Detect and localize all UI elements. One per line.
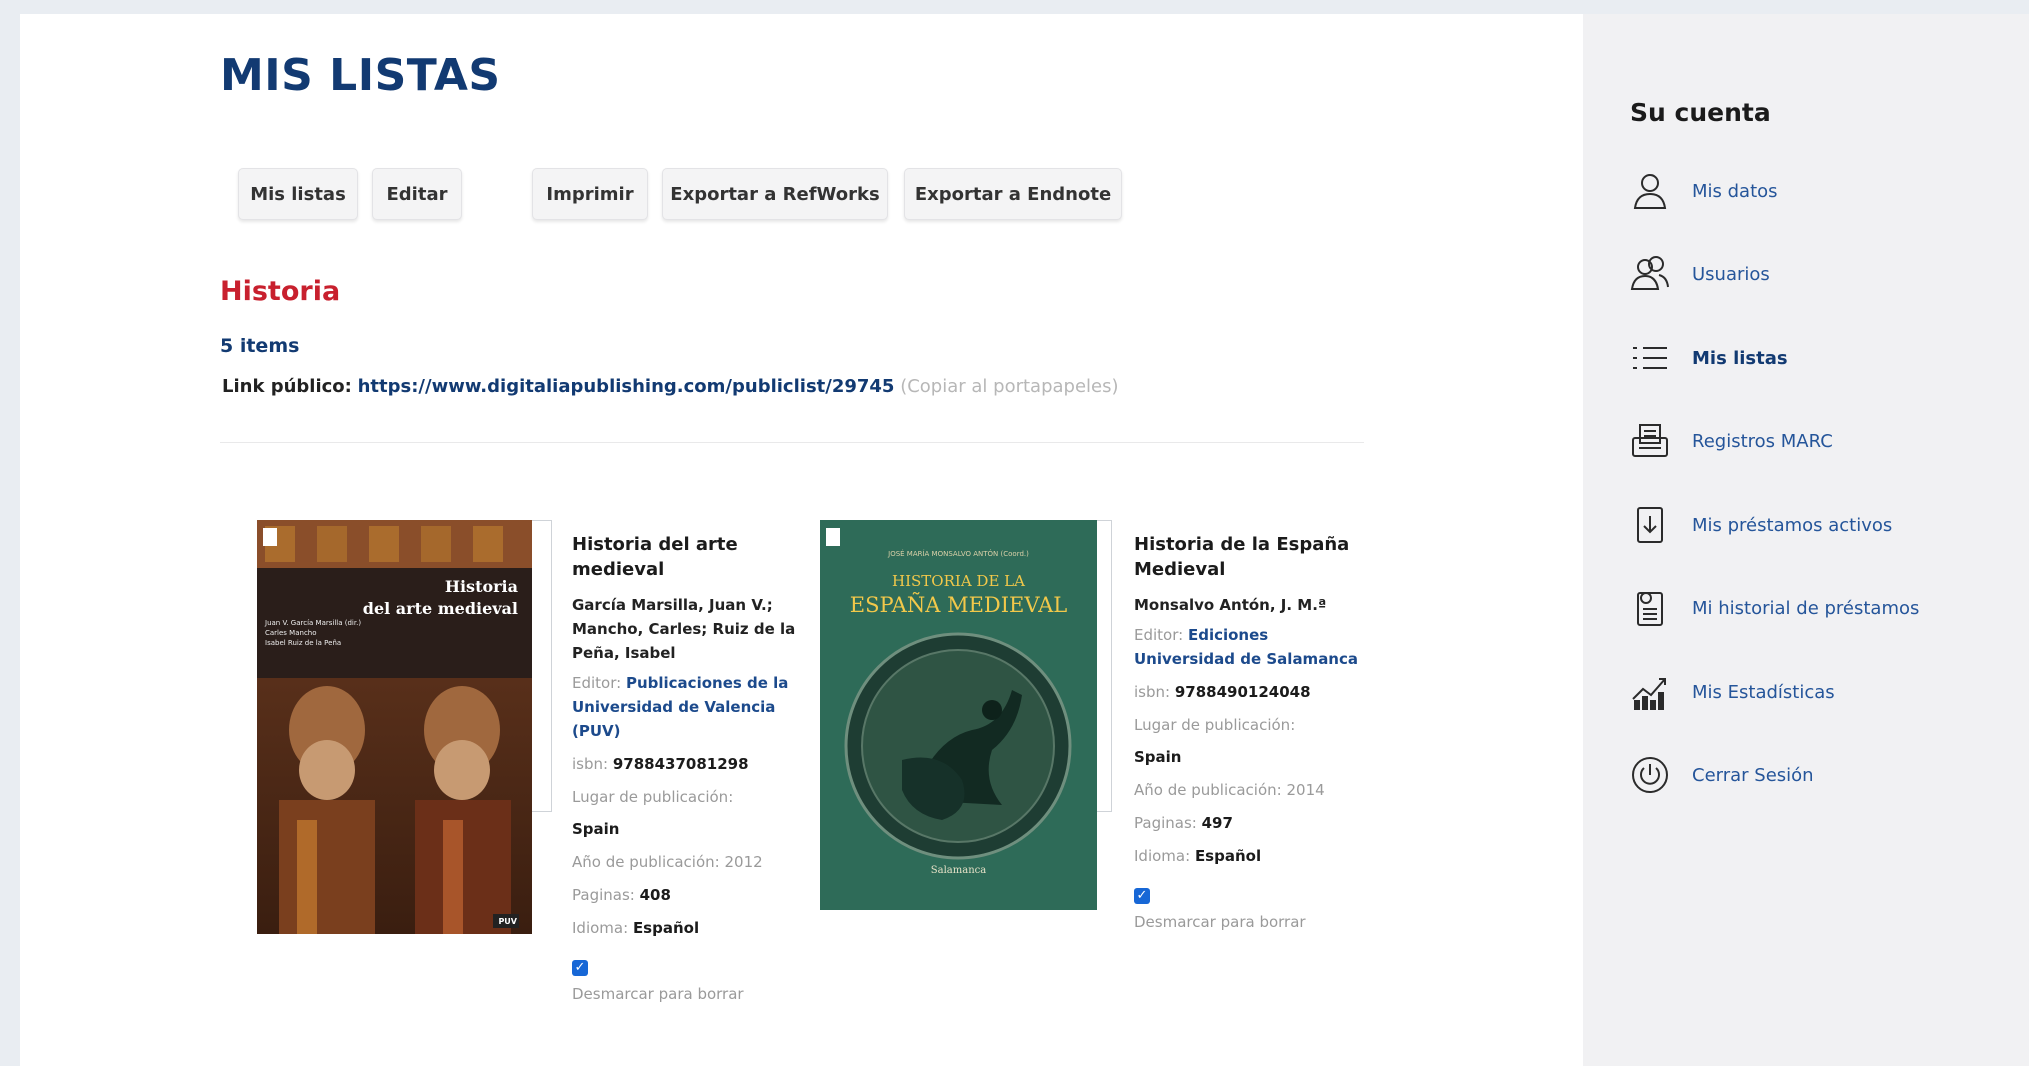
account-title: Su cuenta bbox=[1630, 98, 1771, 127]
cover-2-publisher-mark: Salamanca bbox=[930, 865, 987, 876]
cover-2-author: JOSÉ MARÍA MONSALVO ANTÓN (Coord.) bbox=[888, 550, 1029, 558]
sidebar-item-usuarios[interactable]: Usuarios bbox=[1628, 249, 2008, 299]
cover-frame bbox=[1097, 520, 1112, 812]
item-count: 5 items bbox=[220, 335, 300, 357]
exportar-endnote-button[interactable]: Exportar a Endnote bbox=[904, 168, 1122, 220]
sidebar-item-historial-prestamos[interactable]: Mi historial de préstamos bbox=[1628, 583, 2008, 633]
book-year: Año de publicación: 2012 bbox=[572, 853, 763, 871]
book-authors: García Marsilla, Juan V.; Mancho, Carles… bbox=[572, 596, 796, 662]
book-year: Año de publicación: 2014 bbox=[1134, 781, 1325, 799]
copy-to-clipboard-link[interactable]: (Copiar al portapapeles) bbox=[900, 376, 1118, 397]
book-title[interactable]: Historia del arte medieval bbox=[572, 532, 802, 582]
sidebar-item-mis-datos[interactable]: Mis datos bbox=[1628, 166, 2008, 216]
cover-1-authors: Juan V. García Marsilla (dir.) Carles Ma… bbox=[265, 619, 362, 647]
book-pages: Paginas: 408 bbox=[572, 886, 671, 904]
page-title: MIS LISTAS bbox=[220, 50, 501, 101]
public-link-label: Link público: bbox=[222, 376, 352, 397]
sidebar-item-mis-listas[interactable]: Mis listas bbox=[1628, 333, 2008, 383]
sidebar-item-estadisticas[interactable]: Mis Estadísticas bbox=[1628, 667, 2008, 717]
marc-records-icon bbox=[1628, 419, 1672, 463]
book-cover-2[interactable]: JOSÉ MARÍA MONSALVO ANTÓN (Coord.) HISTO… bbox=[820, 520, 1097, 910]
book-editor: Editor: Publicaciones de la Universidad … bbox=[572, 674, 789, 740]
cover-1-title: Historia del arte medieval bbox=[362, 577, 518, 618]
delete-checkbox-label: Desmarcar para borrar bbox=[572, 985, 744, 1003]
book-info-2: Historia de la España Medieval Monsalvo … bbox=[1134, 532, 1364, 934]
divider bbox=[220, 442, 1364, 443]
book-pages: Paginas: 497 bbox=[1134, 814, 1233, 832]
book-cover-1[interactable]: Historia del arte medieval Juan V. Garcí… bbox=[257, 520, 532, 934]
list-name: Historia bbox=[220, 276, 341, 307]
cover-1-publisher-mark: PUV bbox=[498, 917, 517, 926]
imprimir-button[interactable]: Imprimir bbox=[532, 168, 648, 220]
delete-checkbox-row: ✓ Desmarcar para borrar bbox=[1134, 882, 1364, 934]
mis-listas-button[interactable]: Mis listas bbox=[238, 168, 358, 220]
delete-checkbox-row: ✓ Desmarcar para borrar bbox=[572, 954, 802, 1006]
sidebar-item-cerrar-sesion[interactable]: Cerrar Sesión bbox=[1628, 750, 2008, 800]
book-isbn: isbn: 9788437081298 bbox=[572, 755, 749, 773]
book-editor: Editor: Ediciones Universidad de Salaman… bbox=[1134, 626, 1359, 668]
list-icon bbox=[1628, 336, 1672, 380]
book-place-label: Lugar de publicación: bbox=[1134, 716, 1296, 734]
statistics-icon bbox=[1628, 670, 1672, 714]
book-authors: Monsalvo Antón, J. M.ª bbox=[1134, 596, 1327, 614]
cover-2-seal bbox=[844, 632, 1072, 860]
delete-checkbox[interactable]: ✓ bbox=[1134, 887, 1150, 904]
book-place: Spain bbox=[572, 820, 620, 838]
public-link-row: Link público: https://www.digitaliapubli… bbox=[222, 376, 1119, 397]
users-icon bbox=[1628, 252, 1672, 296]
delete-checkbox-label: Desmarcar para borrar bbox=[1134, 913, 1306, 931]
public-link-url[interactable]: https://www.digitaliapublishing.com/publ… bbox=[358, 376, 895, 397]
exportar-refworks-button[interactable]: Exportar a RefWorks bbox=[662, 168, 888, 220]
power-icon bbox=[1628, 753, 1672, 797]
book-language: Idioma: Español bbox=[1134, 847, 1262, 865]
book-language: Idioma: Español bbox=[572, 919, 700, 937]
cover-2-title: HISTORIA DE LA ESPAÑA MEDIEVAL bbox=[849, 572, 1068, 617]
active-loans-icon bbox=[1628, 503, 1672, 547]
user-icon bbox=[1628, 169, 1672, 213]
sidebar-item-registros-marc[interactable]: Registros MARC bbox=[1628, 416, 2008, 466]
cover-2-badge bbox=[826, 528, 840, 546]
sidebar-item-prestamos-activos[interactable]: Mis préstamos activos bbox=[1628, 500, 2008, 550]
book-place-label: Lugar de publicación: bbox=[572, 788, 734, 806]
cover-frame bbox=[532, 520, 552, 812]
book-title[interactable]: Historia de la España Medieval bbox=[1134, 532, 1364, 582]
book-isbn: isbn: 9788490124048 bbox=[1134, 683, 1311, 701]
book-info-1: Historia del arte medieval García Marsil… bbox=[572, 532, 802, 1006]
editar-button[interactable]: Editar bbox=[372, 168, 462, 220]
delete-checkbox[interactable]: ✓ bbox=[572, 959, 588, 976]
loan-history-icon bbox=[1628, 586, 1672, 630]
book-place: Spain bbox=[1134, 748, 1182, 766]
